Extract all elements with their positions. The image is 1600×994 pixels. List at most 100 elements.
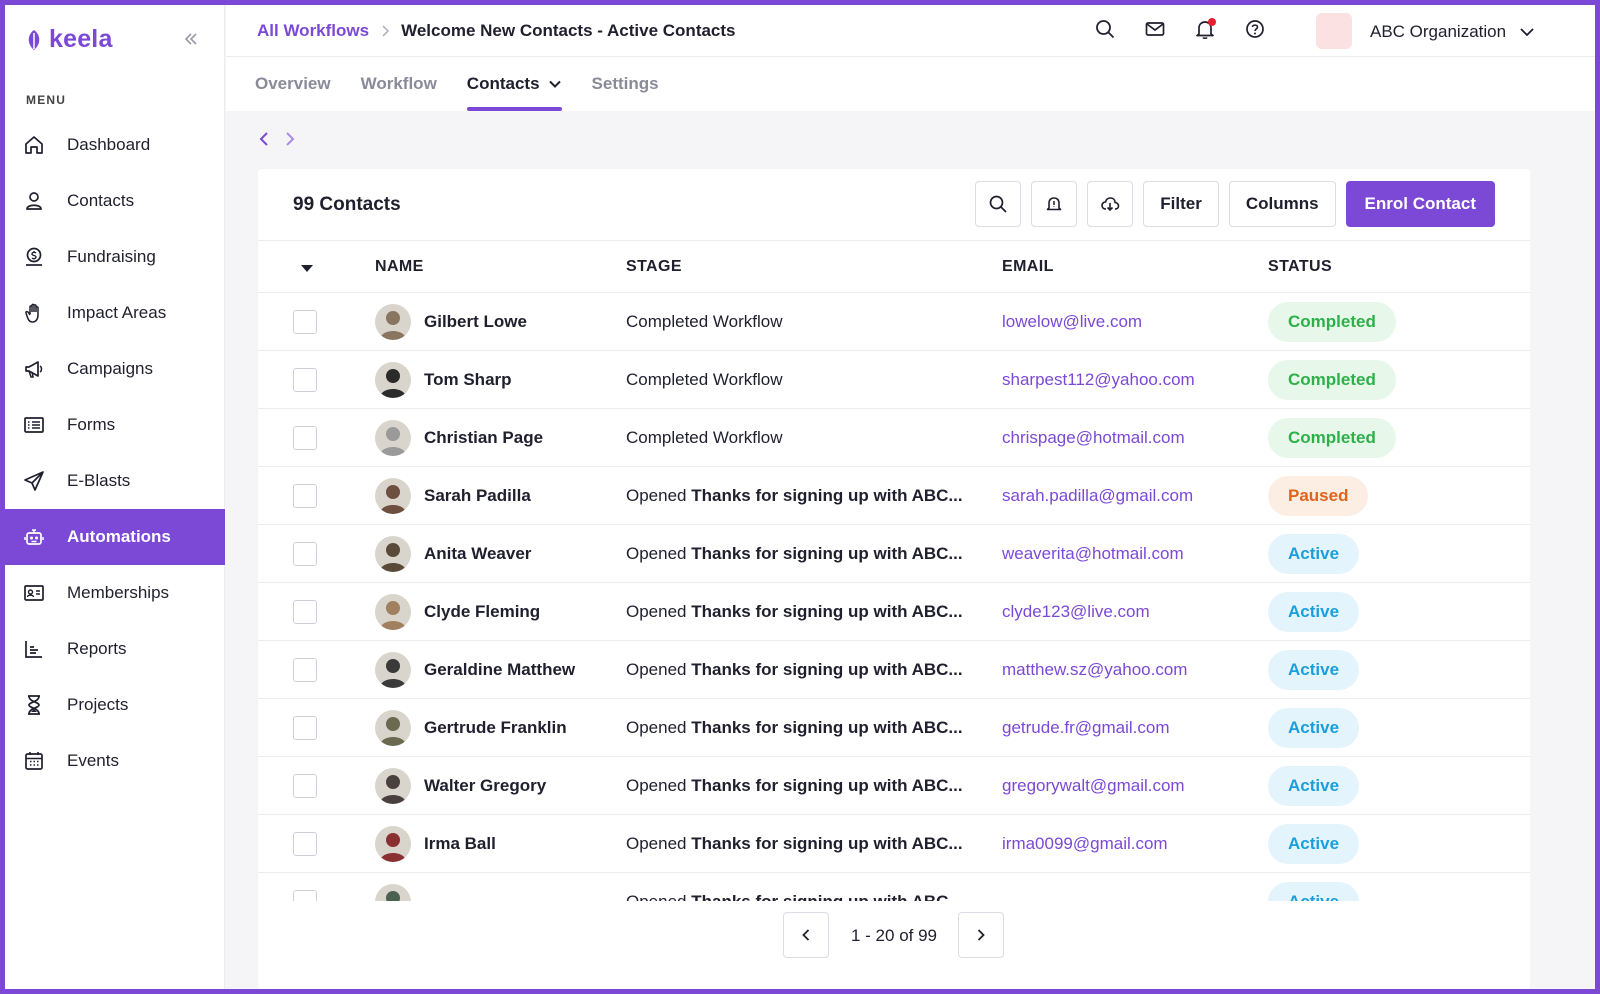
row-checkbox[interactable] bbox=[293, 890, 317, 901]
download-button[interactable] bbox=[1087, 181, 1134, 227]
row-checkbox[interactable] bbox=[293, 832, 317, 856]
tab-overview[interactable]: Overview bbox=[255, 57, 331, 111]
row-checkbox[interactable] bbox=[293, 484, 317, 508]
forward-arrow-icon[interactable] bbox=[284, 131, 296, 147]
breadcrumb-all-workflows[interactable]: All Workflows bbox=[257, 21, 369, 41]
search-icon[interactable] bbox=[1094, 18, 1116, 40]
sidebar-item-contacts[interactable]: Contacts bbox=[5, 173, 225, 229]
stage-prefix: Completed Workflow bbox=[626, 312, 783, 331]
collapse-sidebar-icon[interactable] bbox=[181, 29, 201, 49]
contact-email[interactable]: matthew.sz@yahoo.com bbox=[1002, 660, 1187, 680]
tab-workflow[interactable]: Workflow bbox=[361, 57, 437, 111]
sidebar-item-label: Dashboard bbox=[67, 135, 151, 154]
contact-email[interactable]: gregorywalt@gmail.com bbox=[1002, 776, 1185, 796]
column-header-email[interactable]: EMAIL bbox=[1002, 258, 1054, 276]
sidebar-item-reports[interactable]: Reports bbox=[5, 621, 225, 677]
sidebar-item-label: Forms bbox=[67, 415, 116, 434]
sidebar-item-forms[interactable]: Forms bbox=[5, 397, 225, 453]
sidebar-item-label: E-Blasts bbox=[67, 471, 131, 490]
contact-name[interactable]: Walter Gregory bbox=[424, 776, 546, 796]
contact-name[interactable]: Tom Sharp bbox=[424, 370, 512, 390]
contact-email[interactable]: clyde123@live.com bbox=[1002, 602, 1150, 622]
sidebar-item-campaigns[interactable]: Campaigns bbox=[5, 341, 225, 397]
organization-switcher[interactable]: ABC Organization bbox=[1370, 22, 1536, 42]
contact-email[interactable]: irma0099@gmail.com bbox=[1002, 834, 1168, 854]
breadcrumb: All Workflows Welcome New Contacts - Act… bbox=[257, 21, 736, 41]
tab-settings[interactable]: Settings bbox=[592, 57, 659, 111]
table-row[interactable]: Irma Ball Opened Thanks for signing up wi… bbox=[258, 815, 1530, 873]
notification-bell-icon[interactable] bbox=[1194, 18, 1216, 40]
contact-name[interactable]: Irma Ball bbox=[424, 834, 496, 854]
contact-name[interactable]: Anita Weaver bbox=[424, 544, 531, 564]
mail-icon[interactable] bbox=[1144, 18, 1166, 40]
row-checkbox[interactable] bbox=[293, 426, 317, 450]
sidebar-item-label: Impact Areas bbox=[67, 303, 167, 322]
row-checkbox[interactable] bbox=[293, 600, 317, 624]
back-arrow-icon[interactable] bbox=[258, 131, 270, 147]
row-checkbox[interactable] bbox=[293, 716, 317, 740]
organization-avatar[interactable] bbox=[1316, 13, 1352, 49]
sidebar-item-memberships[interactable]: Memberships bbox=[5, 565, 225, 621]
contact-name[interactable]: Gilbert Lowe bbox=[424, 312, 527, 332]
columns-button[interactable]: Columns bbox=[1228, 181, 1336, 227]
next-page-button[interactable] bbox=[958, 912, 1004, 958]
contact-email[interactable]: chrispage@hotmail.com bbox=[1002, 428, 1185, 448]
sidebar-item-automations[interactable]: Automations bbox=[5, 509, 225, 565]
status-badge: Active bbox=[1268, 650, 1360, 690]
enrol-contact-button[interactable]: Enrol Contact bbox=[1345, 181, 1495, 227]
contact-email[interactable]: lowelow@live.com bbox=[1002, 312, 1142, 332]
table-row[interactable]: Geraldine Matthew Opened Thanks for signi… bbox=[258, 641, 1530, 699]
contact-email[interactable]: sarah.padilla@gmail.com bbox=[1002, 486, 1193, 506]
help-icon[interactable] bbox=[1244, 18, 1266, 40]
contact-email[interactable]: weaverita@hotmail.com bbox=[1002, 544, 1184, 564]
hourglass-icon bbox=[28, 695, 40, 715]
sidebar-item-impact-areas[interactable]: Impact Areas bbox=[5, 285, 225, 341]
table-row[interactable]: Anita Weaver Opened Thanks for signing up… bbox=[258, 525, 1530, 583]
keela-logo[interactable]: keela bbox=[25, 25, 113, 54]
top-bar: All Workflows Welcome New Contacts - Act… bbox=[226, 5, 1595, 57]
table-row[interactable]: Clyde Fleming Opened Thanks for signing u… bbox=[258, 583, 1530, 641]
contact-name[interactable]: Clyde Fleming bbox=[424, 602, 540, 622]
contact-email[interactable]: getrude.fr@gmail.com bbox=[1002, 718, 1170, 738]
workflow-tabs: Overview Workflow Contacts Settings bbox=[226, 57, 1595, 111]
table-row[interactable]: Sarah Padilla Opened Thanks for signing u… bbox=[258, 467, 1530, 525]
notification-dot bbox=[1208, 18, 1216, 26]
contact-name[interactable]: Gertrude Franklin bbox=[424, 718, 567, 738]
sidebar-item-label: Reports bbox=[67, 639, 127, 658]
row-checkbox[interactable] bbox=[293, 542, 317, 566]
row-checkbox[interactable] bbox=[293, 310, 317, 334]
table-row[interactable]: Gertrude Franklin Opened Thanks for signi… bbox=[258, 699, 1530, 757]
contact-name[interactable]: Geraldine Matthew bbox=[424, 660, 575, 680]
row-checkbox[interactable] bbox=[293, 774, 317, 798]
contacts-table-body: Gilbert Lowe Completed Workflow lowelow@li… bbox=[258, 293, 1530, 901]
search-contacts-button[interactable] bbox=[975, 181, 1022, 227]
sidebar-item-projects[interactable]: Projects bbox=[5, 677, 225, 733]
sidebar-item-fundraising[interactable]: Fundraising bbox=[5, 229, 225, 285]
contact-name[interactable]: Christian Page bbox=[424, 428, 543, 448]
table-row[interactable]: Gilbert Lowe Completed Workflow lowelow@li… bbox=[258, 293, 1530, 351]
alerts-button[interactable] bbox=[1031, 181, 1078, 227]
table-row[interactable]: Christian Page Completed Workflow chrispag… bbox=[258, 409, 1530, 467]
sidebar-item-label: Projects bbox=[67, 695, 129, 714]
column-header-stage[interactable]: STAGE bbox=[626, 258, 682, 276]
select-all-dropdown[interactable] bbox=[301, 261, 313, 279]
sidebar-item-label: Automations bbox=[67, 527, 171, 546]
stage-email-subject: Thanks for signing up with ABC... bbox=[691, 776, 963, 795]
row-checkbox[interactable] bbox=[293, 658, 317, 682]
table-row[interactable]: Tom Sharp Completed Workflow sharpest112@y… bbox=[258, 351, 1530, 409]
table-row[interactable]: Walter Gregory Opened Thanks for signing … bbox=[258, 757, 1530, 815]
previous-page-button[interactable] bbox=[783, 912, 829, 958]
column-header-name[interactable]: NAME bbox=[375, 258, 424, 276]
search-icon bbox=[989, 195, 1007, 213]
tab-contacts[interactable]: Contacts bbox=[466, 57, 562, 111]
table-row[interactable]: Opened Thanks for signing up with ABC...… bbox=[258, 873, 1530, 901]
contact-name[interactable]: Sarah Padilla bbox=[424, 486, 531, 506]
column-header-status[interactable]: STATUS bbox=[1268, 258, 1332, 276]
row-checkbox[interactable] bbox=[293, 368, 317, 392]
sidebar-item-e-blasts[interactable]: E-Blasts bbox=[5, 453, 225, 509]
sidebar-item-events[interactable]: Events bbox=[5, 733, 225, 789]
organization-name: ABC Organization bbox=[1370, 22, 1507, 41]
contact-email[interactable]: sharpest112@yahoo.com bbox=[1002, 370, 1195, 390]
filter-button[interactable]: Filter bbox=[1143, 181, 1219, 227]
sidebar-item-dashboard[interactable]: Dashboard bbox=[5, 117, 225, 173]
